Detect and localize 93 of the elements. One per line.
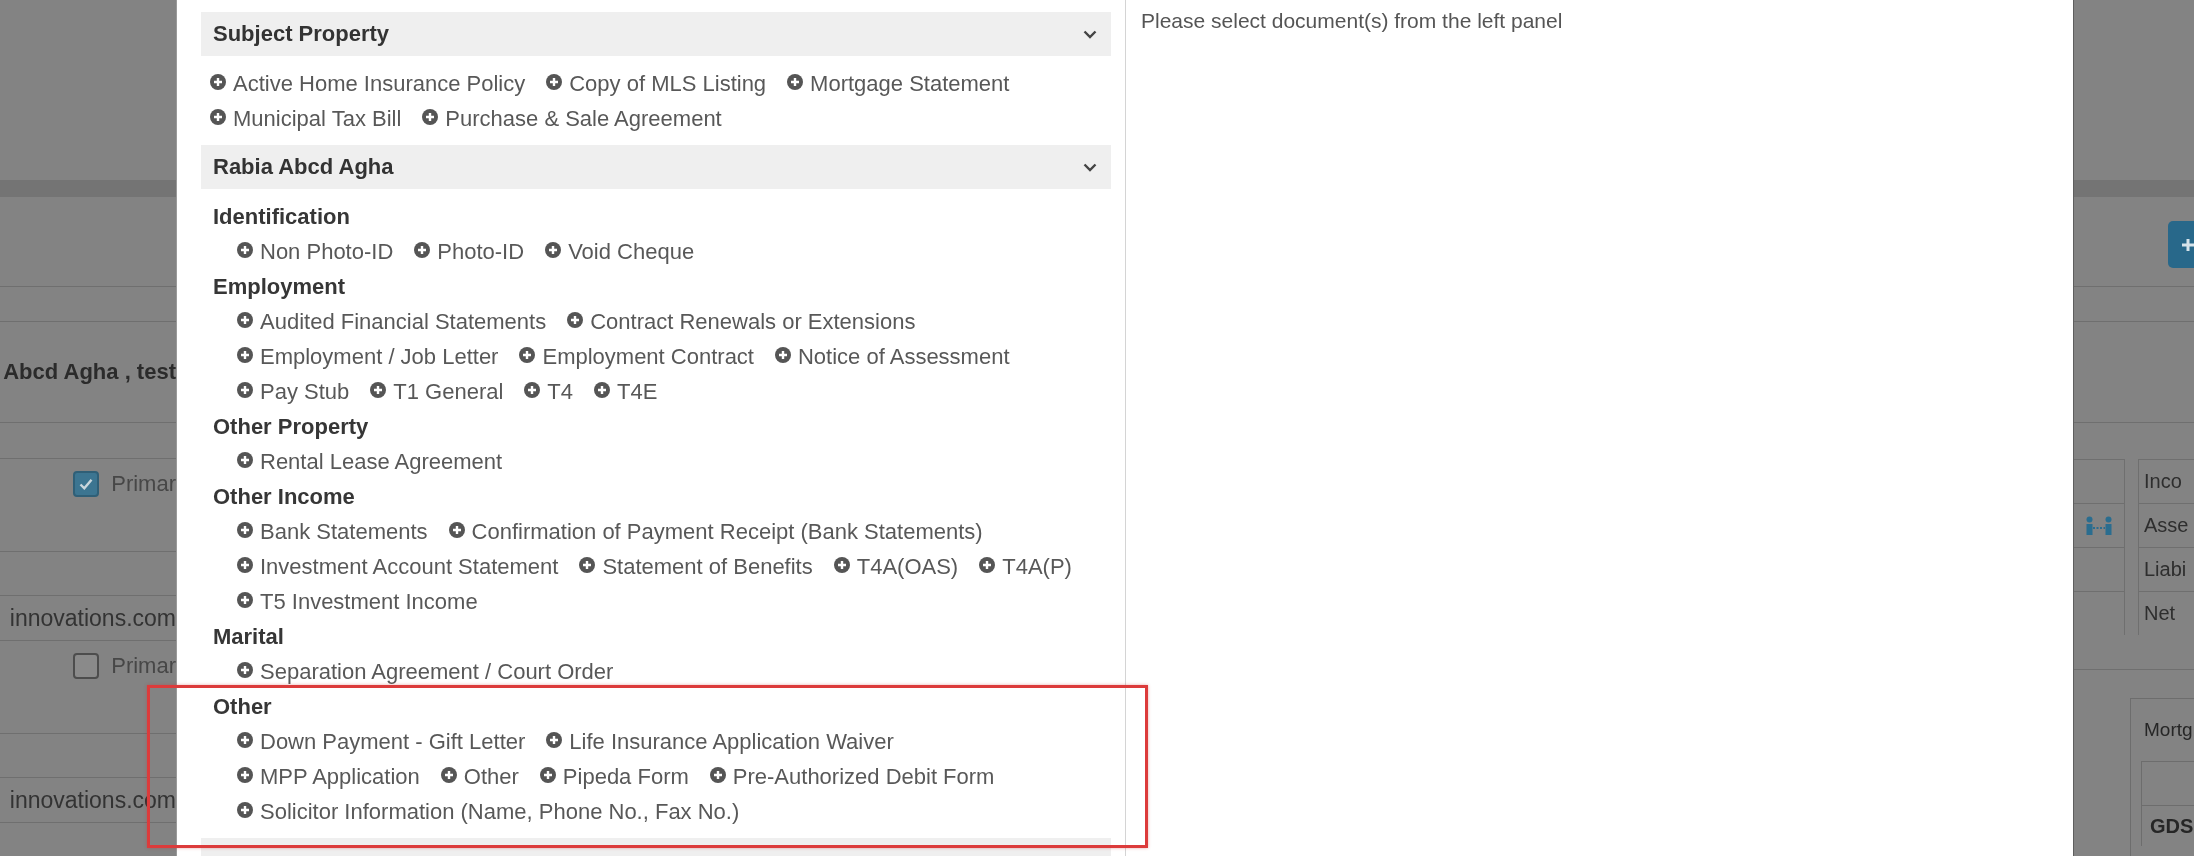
- plus-circle-icon: [237, 767, 253, 783]
- plus-circle-icon: [237, 557, 253, 573]
- document-item[interactable]: Pre-Authorized Debit Form: [709, 759, 995, 794]
- plus-circle-icon: [539, 767, 556, 783]
- document-item[interactable]: Municipal Tax Bill: [210, 101, 402, 136]
- plus-circle-icon: [579, 557, 596, 573]
- checkbox-label: Primar: [111, 471, 176, 497]
- plus-circle-icon: [237, 242, 253, 258]
- document-item[interactable]: Life Insurance Application Waiver: [546, 724, 894, 759]
- document-item[interactable]: T4A(OAS): [833, 549, 959, 584]
- plus-circle-icon: [833, 557, 850, 573]
- plus-circle-icon: [979, 557, 996, 573]
- group-heading: Other Income: [212, 483, 356, 511]
- plus-circle-icon: [237, 347, 253, 363]
- plus-circle-icon: [594, 382, 611, 398]
- section-header[interactable]: Rabia Abcd Agha: [201, 145, 1111, 189]
- document-item[interactable]: T1 General: [370, 374, 504, 409]
- plus-circle-icon: [237, 382, 253, 398]
- plus-circle-icon: [414, 242, 431, 258]
- plus-circle-icon: [546, 732, 563, 748]
- document-item[interactable]: Audited Financial Statements: [237, 304, 547, 339]
- document-item[interactable]: T4: [524, 374, 574, 409]
- plus-circle-icon: [237, 592, 253, 608]
- document-item[interactable]: Employment / Job Letter: [237, 339, 499, 374]
- plus-circle-icon: [237, 662, 253, 678]
- plus-circle-icon: [546, 74, 563, 90]
- checkbox-label: Primar: [111, 653, 176, 679]
- document-item[interactable]: Notice of Assessment: [775, 339, 1010, 374]
- document-item[interactable]: Solicitor Information (Name, Phone No., Fax No.): [237, 794, 740, 829]
- group-heading: Identification: [212, 203, 351, 231]
- checkmark-icon: [79, 478, 94, 490]
- group-heading: Other Property: [212, 413, 370, 441]
- document-item[interactable]: Other: [440, 759, 519, 794]
- panel-title: Mortg: [2144, 719, 2193, 741]
- document-item[interactable]: Statement of Benefits: [579, 549, 813, 584]
- email-text: innovations.com: [9, 604, 176, 632]
- plus-circle-icon: [237, 312, 253, 328]
- document-item[interactable]: Investment Account Statement: [237, 549, 559, 584]
- document-item[interactable]: T5 Investment Income: [237, 584, 478, 619]
- table-cell: Liabi: [2138, 547, 2194, 591]
- group-heading: Marital: [212, 623, 285, 651]
- add-button[interactable]: [2168, 221, 2194, 268]
- group-heading: Other: [212, 693, 273, 721]
- row-label: GDS: [2150, 814, 2194, 838]
- document-item[interactable]: Mortgage Statement: [787, 66, 1010, 101]
- document-item[interactable]: MPP Application: [237, 759, 420, 794]
- chevron-icon: [1083, 162, 1097, 172]
- plus-circle-icon: [237, 522, 253, 538]
- primary-checkbox[interactable]: [73, 653, 100, 679]
- document-item[interactable]: Pipeda Form: [539, 759, 689, 794]
- document-item[interactable]: Copy of MLS Listing: [546, 66, 767, 101]
- plus-circle-icon: [370, 382, 387, 398]
- section-header[interactable]: Subject Property: [201, 12, 1111, 56]
- table-cell: [2074, 591, 2125, 635]
- plus-circle-icon: [422, 109, 439, 125]
- plus-circle-icon: [210, 109, 226, 125]
- plus-circle-icon: [448, 522, 465, 538]
- plus-circle-icon: [775, 347, 791, 363]
- document-item[interactable]: Down Payment - Gift Letter: [237, 724, 526, 759]
- document-item[interactable]: Void Cheque: [545, 234, 695, 269]
- plus-circle-icon: [210, 74, 226, 90]
- document-item[interactable]: Photo-ID: [414, 234, 525, 269]
- chevron-icon: [1083, 29, 1097, 39]
- document-item[interactable]: Bank Statements: [237, 514, 428, 549]
- plus-circle-icon: [440, 767, 457, 783]
- document-item[interactable]: Non Photo-ID: [237, 234, 394, 269]
- document-item[interactable]: Rental Lease Agreement: [237, 444, 503, 479]
- plus-icon: [2182, 238, 2194, 251]
- applicant-name: Abcd Agha , test: [3, 359, 176, 385]
- document-item[interactable]: Confirmation of Payment Receipt (Bank Statements): [448, 514, 983, 549]
- plus-circle-icon: [787, 74, 804, 90]
- document-item[interactable]: Employment Contract: [519, 339, 754, 374]
- plus-circle-icon: [237, 802, 253, 818]
- plus-circle-icon: [567, 312, 584, 328]
- document-item[interactable]: T4E: [594, 374, 658, 409]
- table-cell: Net: [2138, 591, 2194, 635]
- plus-circle-icon: [237, 732, 253, 748]
- plus-circle-icon: [237, 452, 253, 468]
- table-cell: Asse: [2138, 503, 2194, 547]
- primary-checkbox[interactable]: [73, 471, 100, 497]
- document-item[interactable]: Active Home Insurance Policy: [210, 66, 526, 101]
- document-item[interactable]: Contract Renewals or Extensions: [567, 304, 916, 339]
- empty-preview-message: Please select document(s) from the left panel: [1141, 8, 1564, 34]
- plus-circle-icon: [545, 242, 562, 258]
- document-item[interactable]: Purchase & Sale Agreement: [422, 101, 722, 136]
- table-cell: Inco: [2138, 459, 2194, 503]
- document-item[interactable]: T4A(P): [979, 549, 1072, 584]
- group-heading: Employment: [212, 273, 347, 301]
- plus-circle-icon: [709, 767, 726, 783]
- document-item[interactable]: Pay Stub: [237, 374, 350, 409]
- document-item[interactable]: Separation Agreement / Court Order: [237, 654, 614, 689]
- plus-circle-icon: [524, 382, 541, 398]
- plus-circle-icon: [519, 347, 536, 363]
